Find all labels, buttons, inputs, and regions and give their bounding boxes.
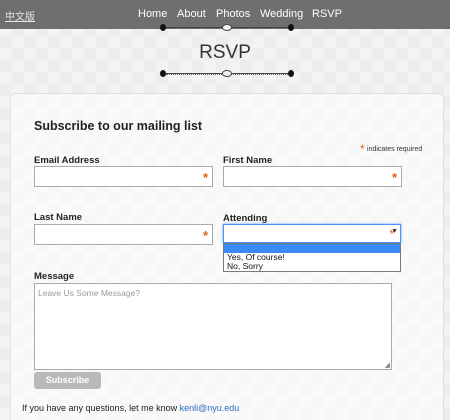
page-title: RSVP: [199, 42, 251, 63]
first-name-label: First Name: [223, 155, 273, 166]
attending-label: Attending: [223, 213, 268, 224]
attending-dropdown: Yes, Of course! No, Sorry: [223, 243, 401, 272]
nav-item-photos[interactable]: Photos: [216, 8, 250, 20]
message-textarea[interactable]: Leave Us Some Message? ◢: [34, 283, 392, 370]
last-name-field[interactable]: *: [34, 224, 213, 245]
required-star: *: [202, 228, 208, 243]
nav-item-wedding[interactable]: Wedding: [260, 8, 303, 20]
title-ornament-divider: [160, 70, 294, 78]
nav-item-about[interactable]: About: [177, 8, 206, 20]
footer-contact: If you have any questions, let me know k…: [22, 403, 239, 413]
chevron-down-icon: ▼: [391, 228, 398, 235]
required-star: *: [360, 142, 365, 156]
subscribe-button[interactable]: Subscribe: [34, 372, 101, 389]
required-star: *: [391, 170, 397, 185]
required-star: *: [202, 170, 208, 185]
nav-item-rsvp[interactable]: RSVP: [312, 8, 342, 20]
attending-select[interactable]: * ▼: [223, 224, 401, 243]
email-label: Email Address: [34, 155, 100, 166]
nav-menu: Home About Photos Wedding RSVP: [0, 8, 450, 22]
first-name-field[interactable]: *: [223, 166, 402, 187]
required-note: indicates required: [367, 146, 423, 153]
contact-email-link[interactable]: kenli@nyu.edu: [180, 403, 240, 413]
last-name-label: Last Name: [34, 212, 83, 223]
footer-text: If you have any questions, let me know: [22, 403, 178, 413]
message-placeholder: Leave Us Some Message?: [38, 288, 141, 298]
attending-option-no[interactable]: No, Sorry: [224, 262, 400, 271]
form-title: Subscribe to our mailing list: [34, 119, 203, 133]
email-field[interactable]: *: [34, 166, 213, 187]
resize-grip-icon[interactable]: ◢: [385, 361, 390, 369]
nav-item-home[interactable]: Home: [138, 8, 167, 20]
message-label: Message: [34, 271, 75, 282]
top-ornament-divider: [160, 24, 294, 32]
